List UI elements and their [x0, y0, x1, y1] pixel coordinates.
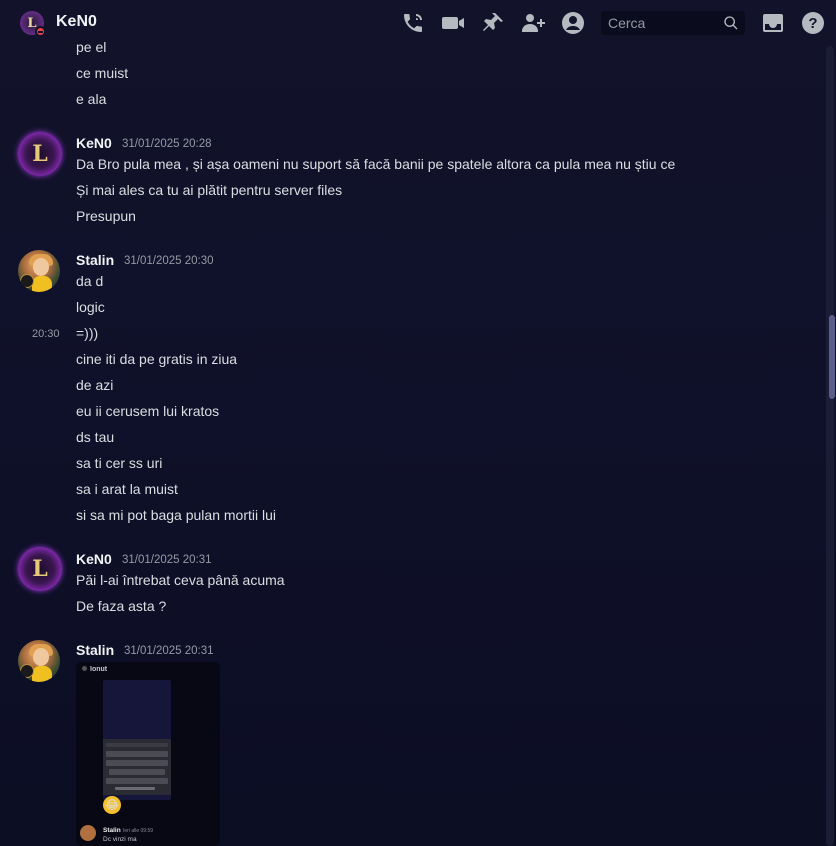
channel-header: L KeN0 Cerca ? [0, 0, 836, 46]
dnd-status-icon [35, 26, 46, 37]
message-timestamp: 31/01/2025 20:28 [122, 138, 212, 150]
message-line: De faza asta ? [76, 598, 167, 614]
message-line: logic [76, 299, 105, 315]
avatar[interactable]: L [18, 547, 62, 591]
svg-text:?: ? [808, 15, 817, 32]
search-input[interactable]: Cerca [601, 11, 745, 35]
attachment-avatar [82, 666, 87, 671]
message-timestamp: 31/01/2025 20:31 [122, 554, 212, 566]
message-line: Da Bro pula mea , și așa oameni nu supor… [76, 156, 676, 172]
message-line: eu ii cerusem lui kratos [76, 403, 220, 419]
scrollbar-thumb[interactable] [829, 315, 835, 399]
help-icon[interactable]: ? [801, 11, 825, 35]
user-profile-icon[interactable] [561, 11, 585, 35]
avatar[interactable] [18, 640, 60, 682]
avatar[interactable]: L [18, 132, 62, 176]
message-author[interactable]: KeN0 [76, 550, 112, 568]
attachment-top-label: Ionut [90, 666, 108, 673]
message-line: Păi l-ai întrebat ceva până acuma [76, 572, 285, 588]
message-line: da d [76, 273, 104, 289]
message-line: =))) [76, 325, 99, 341]
message-line: ce muist [76, 65, 129, 81]
laughing-emoji-icon: 😂 [103, 796, 121, 814]
attachment-time: Ieri alle 09:59 [123, 828, 154, 834]
image-attachment[interactable]: Ionut 😂 Stalin Ieri alle 09:59 Dc vinzi … [76, 662, 220, 846]
message-author[interactable]: Stalin [76, 251, 114, 269]
message-line: pe el [76, 39, 107, 55]
attachment-text: Dc vinzi ma [103, 836, 137, 843]
pin-icon[interactable] [481, 11, 505, 35]
message-line: cine iti da pe gratis in ziua [76, 351, 238, 367]
scrollbar-track[interactable] [826, 46, 834, 846]
message-line: de azi [76, 377, 114, 393]
add-friends-icon[interactable] [521, 11, 545, 35]
attachment-author: Stalin [103, 827, 121, 834]
search-icon [723, 15, 739, 31]
message-timestamp: 31/01/2025 20:30 [124, 255, 214, 267]
message-line: sa ti cer ss uri [76, 455, 163, 471]
message-line: e ala [76, 91, 107, 107]
message-timestamp: 31/01/2025 20:31 [124, 645, 214, 657]
search-placeholder: Cerca [608, 15, 646, 31]
inbox-icon[interactable] [761, 11, 785, 35]
message-author[interactable]: Stalin [76, 641, 114, 659]
message-line: ds tau [76, 429, 115, 445]
message-line: sa i arat la muist [76, 481, 178, 497]
hover-timestamp: 20:30 [32, 328, 60, 340]
voice-call-icon[interactable] [401, 11, 425, 35]
video-call-icon[interactable] [441, 11, 465, 35]
message-author[interactable]: KeN0 [76, 134, 112, 152]
message-line: Presupun [76, 208, 136, 224]
attachment-keyboard [103, 739, 171, 795]
attachment-author-avatar [80, 825, 96, 841]
message-line: si sa mi pot baga pulan mortii lui [76, 507, 276, 523]
dm-title[interactable]: KeN0 [56, 13, 97, 31]
message-line: Și mai ales ca tu ai plătit pentru serve… [76, 182, 343, 198]
avatar[interactable] [18, 250, 60, 292]
